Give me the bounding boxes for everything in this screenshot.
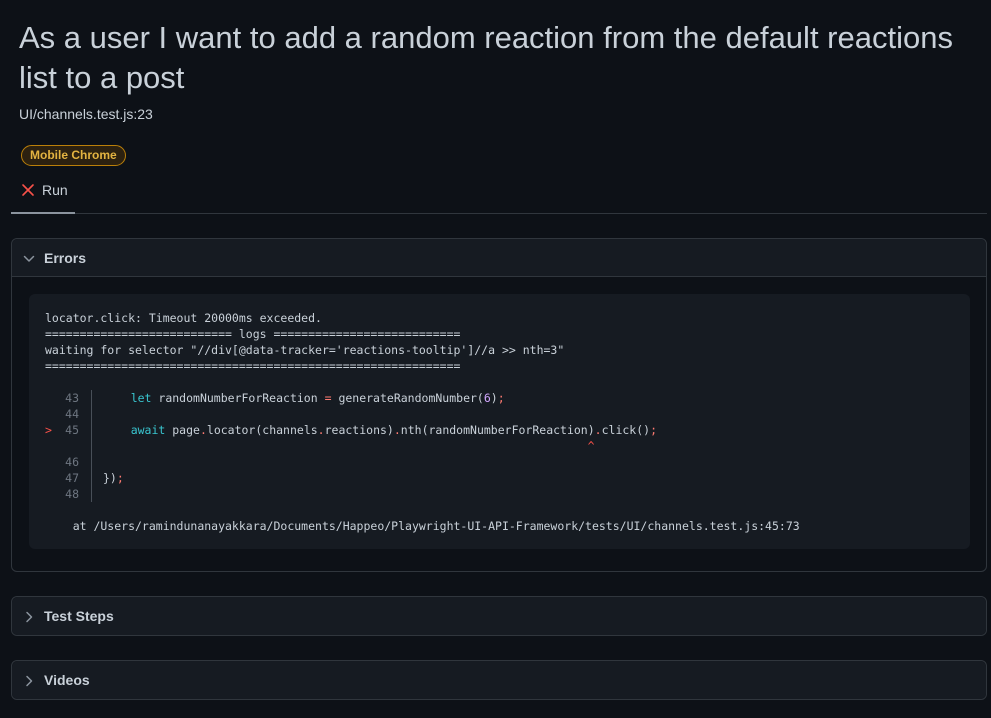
code-line: 44 — [29, 406, 970, 422]
tab-bar: Run — [11, 176, 987, 214]
waiting-for-selector-log: waiting for selector "//div[@data-tracke… — [45, 343, 565, 357]
line-number: 47 — [65, 471, 79, 485]
gutter-divider — [91, 390, 92, 406]
code-line: 47}); — [29, 470, 970, 486]
gutter-divider — [91, 406, 92, 422]
stack-trace-line: at /Users/ramindunanayakkara/Documents/H… — [45, 519, 800, 533]
test-steps-title: Test Steps — [44, 608, 114, 624]
errors-title: Errors — [44, 250, 87, 266]
gutter-divider — [91, 470, 92, 486]
line-number: 44 — [65, 407, 79, 421]
videos-header[interactable]: Videos — [12, 661, 986, 699]
chevron-down-icon — [23, 252, 35, 264]
line-number: 43 — [65, 391, 79, 405]
code-line: 46 — [29, 454, 970, 470]
code-text: ^ — [587, 439, 595, 453]
project-badge: Mobile Chrome — [21, 145, 126, 166]
line-number: 45 — [65, 423, 79, 437]
chevron-right-icon — [23, 674, 35, 687]
code-text: await page.locator(channels.reactions).n… — [130, 423, 658, 437]
test-location: UI/channels.test.js:23 — [19, 106, 153, 122]
code-text: let randomNumberForReaction = generateRa… — [130, 391, 505, 405]
code-line: ^ — [29, 438, 970, 454]
test-steps-header[interactable]: Test Steps — [12, 597, 986, 635]
videos-section: Videos — [11, 660, 987, 700]
line-number: 46 — [65, 455, 79, 469]
errors-header[interactable]: Errors — [12, 239, 986, 277]
test-steps-section: Test Steps — [11, 596, 987, 636]
gutter-divider — [91, 454, 92, 470]
gutter-divider — [91, 438, 92, 454]
gutter-divider — [91, 486, 92, 502]
chevron-right-icon — [23, 610, 35, 623]
error-message: locator.click: Timeout 20000ms exceeded. — [45, 311, 322, 325]
errors-section: Errors locator.click: Timeout 20000ms ex… — [11, 238, 987, 572]
gutter-divider — [91, 422, 92, 438]
logs-separator: =========================== logs =======… — [45, 327, 461, 341]
error-details: locator.click: Timeout 20000ms exceeded.… — [29, 294, 970, 549]
code-line: 43 let randomNumberForReaction = generat… — [29, 390, 970, 406]
videos-title: Videos — [44, 672, 90, 688]
logs-separator-end: ========================================… — [45, 359, 461, 373]
x-icon — [21, 182, 35, 198]
test-title: As a user I want to add a random reactio… — [19, 20, 953, 95]
line-number: 48 — [65, 487, 79, 501]
code-text: }); — [103, 471, 124, 485]
tab-run[interactable]: Run — [11, 176, 75, 214]
tab-label: Run — [42, 182, 68, 198]
error-line-marker: > — [45, 423, 52, 437]
code-line: >45 await page.locator(channels.reaction… — [29, 422, 970, 438]
code-line: 48 — [29, 486, 970, 502]
